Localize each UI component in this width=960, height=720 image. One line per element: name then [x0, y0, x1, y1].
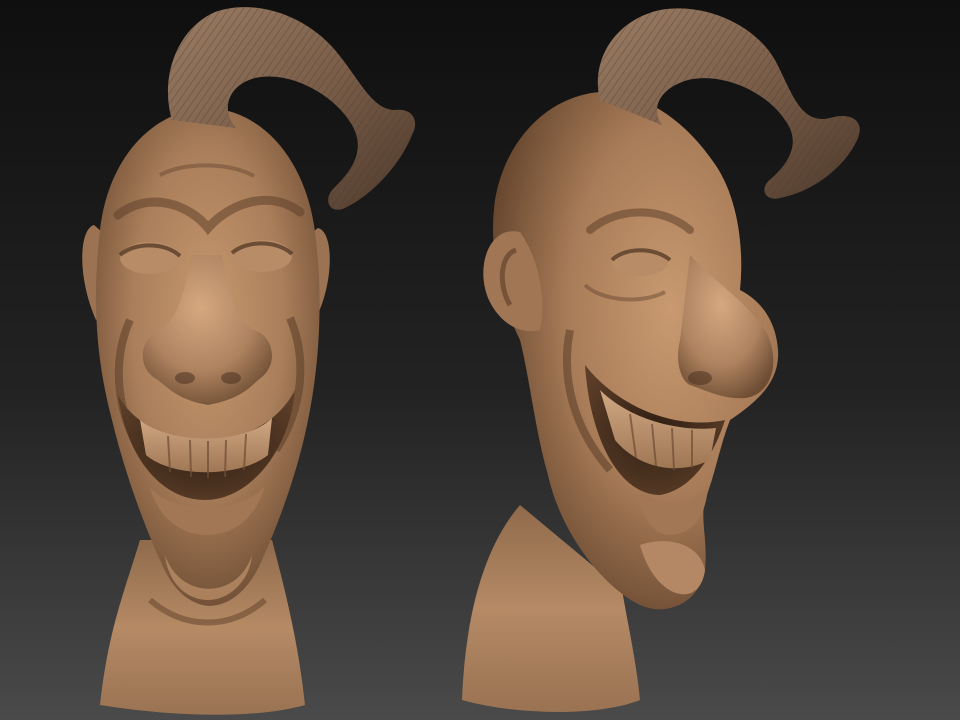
sculpt-viewport: [0, 0, 960, 720]
render-canvas: [0, 0, 960, 720]
